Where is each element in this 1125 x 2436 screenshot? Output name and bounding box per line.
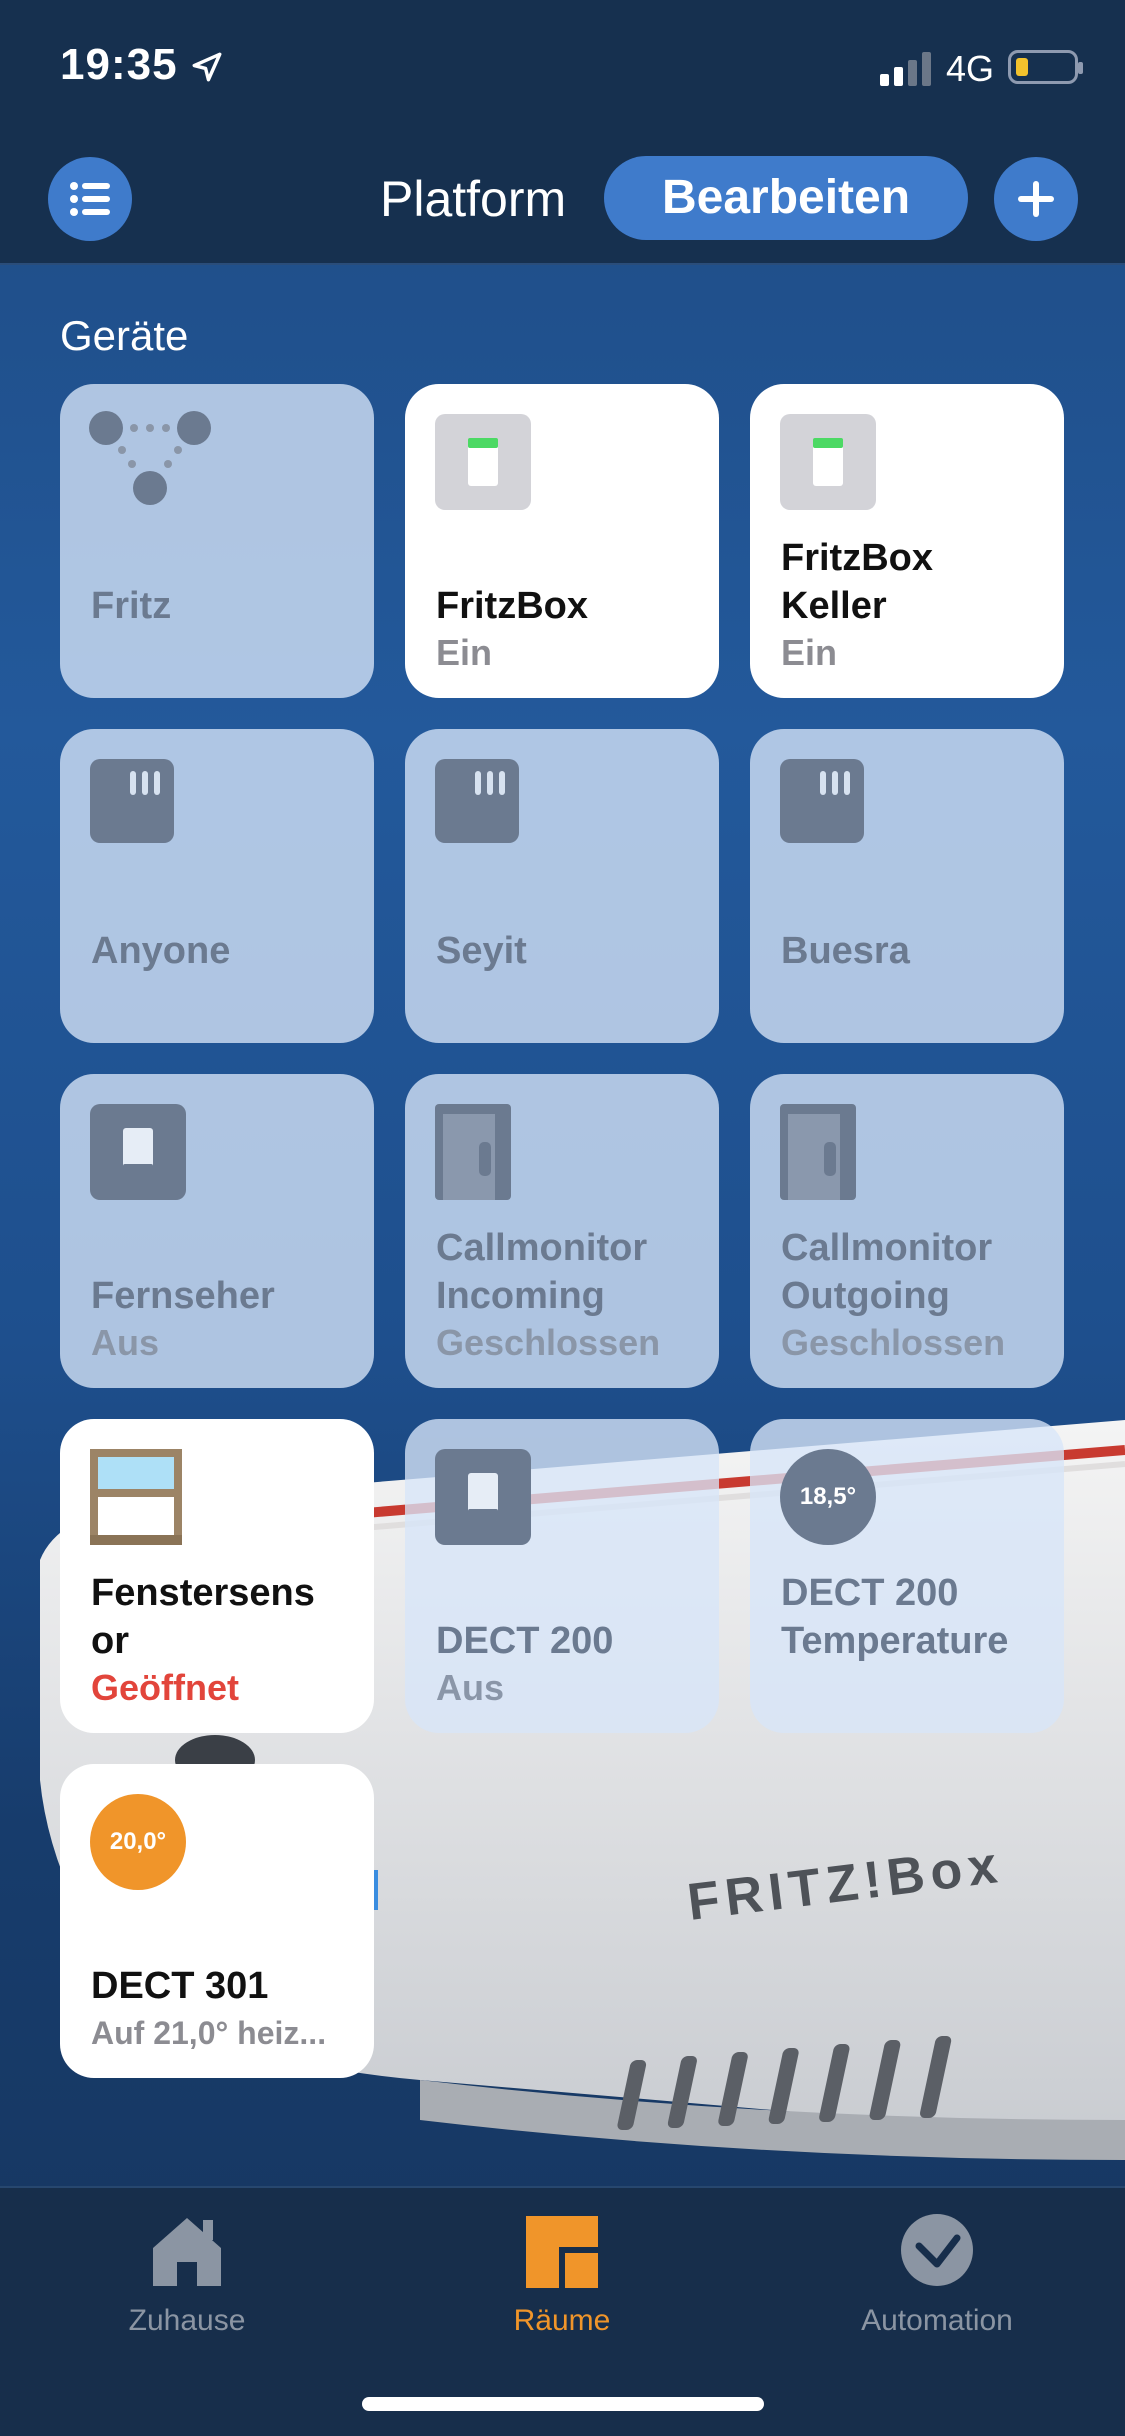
tab-label: Räume: [513, 2304, 611, 2337]
tile-fenstersensor[interactable]: Fenstersens or Geöffnet: [60, 1419, 374, 1733]
switch-on-icon: [435, 414, 531, 510]
edit-button[interactable]: Bearbeiten: [604, 156, 968, 240]
tile-fernseher[interactable]: Fernseher Aus: [60, 1074, 374, 1388]
person-sensor-icon: [780, 759, 864, 843]
tab-raeume[interactable]: Räume: [437, 2210, 687, 2338]
tile-callmonitor-incoming[interactable]: Callmonitor Incoming Geschlossen: [405, 1074, 719, 1388]
tile-dect-200-temperature[interactable]: 18,5° DECT 200 Temperature: [750, 1419, 1064, 1733]
battery-icon: [1008, 50, 1083, 84]
tile-seyit[interactable]: Seyit: [405, 729, 719, 1043]
tab-label: Automation: [861, 2304, 1013, 2337]
tile-status: Ein: [436, 632, 493, 673]
tile-dect-200[interactable]: DECT 200 Aus: [405, 1419, 719, 1733]
plus-icon: [1018, 181, 1054, 217]
switch-on-icon: [780, 414, 876, 510]
switch-off-icon: [435, 1449, 531, 1545]
page-title: Platform: [380, 171, 567, 227]
tile-buesra[interactable]: Buesra: [750, 729, 1064, 1043]
tile-callmonitor-outgoing[interactable]: Callmonitor Outgoing Geschlossen: [750, 1074, 1064, 1388]
tile-name: Callmonitor Incoming: [436, 1227, 648, 1317]
tile-status: Geschlossen: [781, 1322, 1006, 1363]
tile-name: Anyone: [91, 930, 231, 972]
tile-status: Geöffnet: [91, 1667, 239, 1708]
tile-name: Fernseher: [91, 1275, 275, 1317]
list-icon: [70, 182, 110, 216]
tile-fritz[interactable]: Fritz: [60, 384, 374, 698]
tile-name: Buesra: [781, 930, 910, 972]
person-sensor-icon: [435, 759, 519, 843]
tile-status: Auf 21,0° heiz...: [91, 2015, 327, 2051]
switch-off-icon: [90, 1104, 186, 1200]
tile-name: DECT 200 Temperature: [781, 1572, 1009, 1662]
tab-zuhause[interactable]: Zuhause: [62, 2210, 312, 2338]
tile-name: Fenstersens or: [91, 1572, 315, 1662]
status-bar: 19:35 4G: [0, 0, 1125, 140]
tile-status: Ein: [781, 632, 838, 673]
tab-automation[interactable]: Automation: [812, 2210, 1062, 2338]
door-icon: [780, 1104, 856, 1200]
tab-label: Zuhause: [128, 2304, 246, 2337]
person-sensor-icon: [90, 759, 174, 843]
tile-name: Callmonitor Outgoing: [781, 1227, 993, 1317]
tile-dect-301[interactable]: 20,0° DECT 301 Auf 21,0° heiz...: [60, 1764, 374, 2078]
navigation-bar: Platform Bearbeiten: [0, 140, 1125, 265]
house-icon: [153, 2218, 221, 2286]
section-title: Geräte: [60, 312, 189, 359]
tile-anyone[interactable]: Anyone: [60, 729, 374, 1043]
add-button[interactable]: [994, 157, 1078, 241]
menu-list-button[interactable]: [48, 157, 132, 241]
tile-name: DECT 200: [436, 1620, 614, 1662]
tile-name: Seyit: [436, 930, 527, 972]
tile-fritzbox[interactable]: FritzBox Ein: [405, 384, 719, 698]
network-type: 4G: [946, 48, 995, 89]
status-time: 19:35: [60, 40, 178, 89]
tile-fritzbox-keller[interactable]: FritzBox Keller Ein: [750, 384, 1064, 698]
tile-status: Geschlossen: [436, 1322, 661, 1363]
app-screen: FRITZ!Box 19:35 4G Platform Bearbeiten G…: [0, 0, 1125, 2436]
tile-status: Aus: [91, 1322, 160, 1363]
thermostat-icon: 20,0°: [90, 1794, 186, 1890]
cellular-signal-icon: [880, 52, 931, 86]
tile-name: DECT 301: [91, 1965, 269, 2007]
tile-name: Fritz: [91, 585, 172, 627]
home-indicator[interactable]: [362, 2397, 764, 2411]
location-arrow-icon: [192, 52, 222, 82]
door-icon: [435, 1104, 511, 1200]
clock-check-icon: [901, 2214, 973, 2286]
rooms-icon: [526, 2216, 598, 2288]
temperature-icon: 18,5°: [780, 1449, 876, 1545]
tile-status: Aus: [436, 1667, 505, 1708]
window-icon: [90, 1449, 182, 1545]
tile-name: FritzBox Keller: [781, 537, 933, 627]
hub-icon: [89, 411, 211, 505]
tile-name: FritzBox: [436, 585, 588, 627]
